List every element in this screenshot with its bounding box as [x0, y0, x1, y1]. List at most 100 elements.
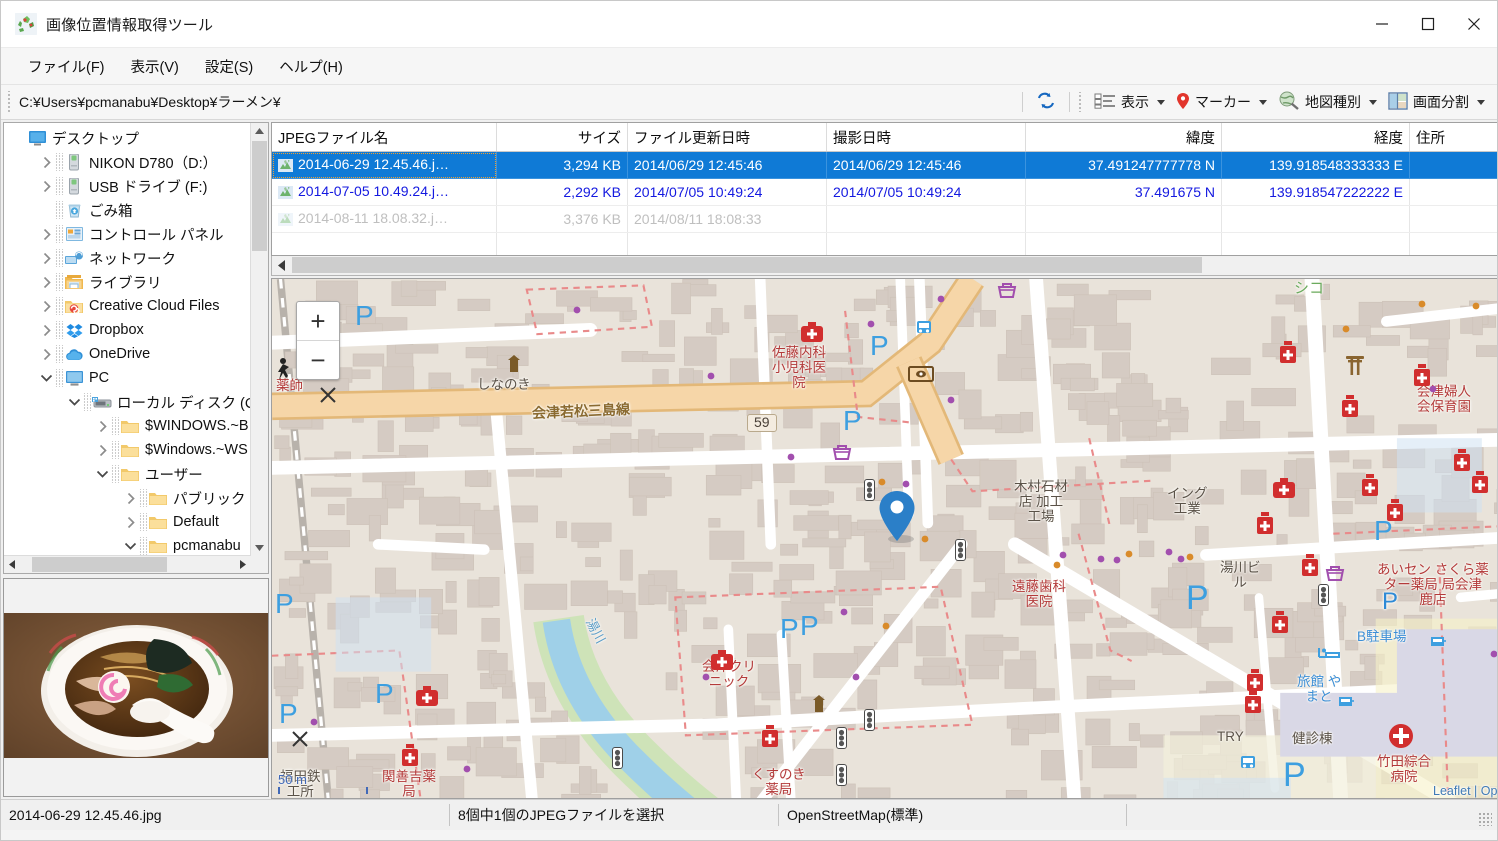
splitscreen-caret-icon[interactable]	[1477, 99, 1485, 105]
chevron-down-icon[interactable]	[38, 374, 55, 382]
chevron-right-icon[interactable]	[38, 228, 55, 240]
tree-item[interactable]: パブリック	[4, 486, 250, 510]
torii-icon	[1345, 354, 1365, 379]
map-node-dot	[463, 761, 471, 776]
tree-hscroll-thumb[interactable]	[32, 557, 167, 572]
chevron-right-icon[interactable]	[38, 348, 55, 360]
parking-p-icon: P	[355, 299, 381, 332]
tree-connector	[55, 273, 64, 291]
tree-scroll-up-button[interactable]	[251, 123, 268, 140]
tree-item[interactable]: PC	[4, 366, 250, 390]
folder-tree[interactable]: デスクトップ NIKON D780（D:） USB ドライブ (F:) ごみ箱 コントロ…	[4, 123, 250, 555]
chevron-right-icon[interactable]	[38, 276, 55, 288]
chevron-down-icon[interactable]	[66, 398, 83, 406]
tree-item[interactable]: Default	[4, 510, 250, 534]
chevron-down-icon[interactable]	[122, 542, 139, 550]
maptype-button[interactable]: 地図種別	[1273, 88, 1366, 116]
tree-item[interactable]: ごみ箱	[4, 198, 250, 222]
splitscreen-button[interactable]: 画面分割	[1383, 89, 1474, 116]
table-hscroll-thumb[interactable]	[292, 257, 1202, 273]
toolbar-separator-2	[1069, 92, 1070, 112]
display-caret-icon[interactable]	[1157, 99, 1165, 105]
menu-settings[interactable]: 設定(S)	[192, 51, 266, 82]
tree-item[interactable]: Dropbox	[4, 318, 250, 342]
table-row[interactable]: 2014-08-11 18.08.32.j… 3,376 KB 2014/08/11…	[272, 205, 1497, 233]
marker-caret-icon[interactable]	[1259, 99, 1267, 105]
column-header[interactable]: 住所	[1409, 123, 1497, 152]
image-preview-panel[interactable]	[3, 578, 269, 797]
tree-scroll-right-button[interactable]	[234, 556, 251, 573]
table-scroll-left-button[interactable]	[272, 256, 291, 274]
tree-scroll-down-button[interactable]	[251, 539, 268, 556]
tree-item[interactable]: OneDrive	[4, 342, 250, 366]
tree-vertical-scrollbar[interactable]	[250, 123, 268, 556]
column-header[interactable]: 撮影日時	[826, 123, 1026, 152]
chevron-right-icon[interactable]	[38, 252, 55, 264]
tree-item[interactable]: NIKON D780（D:）	[4, 150, 250, 174]
refresh-button[interactable]	[1031, 89, 1061, 116]
tree-item[interactable]: $Windows.~WS	[4, 438, 250, 462]
zoom-out-button[interactable]: −	[297, 341, 339, 379]
column-header[interactable]: 緯度	[1025, 123, 1222, 152]
tree-scroll-thumb[interactable]	[252, 141, 267, 251]
maximize-button[interactable]	[1405, 1, 1451, 47]
tree-item[interactable]: $WINDOWS.~B	[4, 414, 250, 438]
table-header-row[interactable]: JPEGファイル名 サイズ ファイル更新日時 撮影日時 緯度 経度 住所	[272, 123, 1497, 152]
path-display[interactable]: C:¥Users¥pcmanabu¥Desktop¥ラーメン¥	[19, 92, 281, 112]
table-row[interactable]: 2014-06-29 12.45.46.j… 3,294 KB 2014/06/29…	[272, 151, 1497, 179]
menu-view[interactable]: 表示(V)	[118, 51, 192, 82]
cell-lat	[1025, 205, 1222, 233]
map-panel[interactable]: + − PPPPPPPPPPP 薬師 しなのき 会津若松三島線 59 佐藤内科 小児科医…	[271, 278, 1497, 799]
minimize-button[interactable]	[1359, 1, 1405, 47]
chevron-right-icon[interactable]	[122, 516, 139, 528]
column-header[interactable]: JPEGファイル名	[272, 123, 497, 152]
tree-item[interactable]: ライブラリ	[4, 270, 250, 294]
table-horizontal-scrollbar[interactable]	[271, 256, 1497, 276]
jpeg-file-table[interactable]: JPEGファイル名 サイズ ファイル更新日時 撮影日時 緯度 経度 住所 2014-06-2…	[272, 123, 1497, 255]
chevron-right-icon[interactable]	[94, 420, 111, 432]
svg-text:P: P	[275, 588, 294, 617]
map-zoom-control[interactable]: + −	[296, 301, 340, 380]
tree-item[interactable]: コントロール パネル	[4, 222, 250, 246]
shrine-icon	[503, 353, 525, 378]
tree-item[interactable]: ネットワーク	[4, 246, 250, 270]
chevron-right-icon[interactable]	[38, 180, 55, 192]
chevron-right-icon[interactable]	[38, 300, 55, 312]
chevron-right-icon[interactable]	[38, 324, 55, 336]
location-marker[interactable]	[877, 489, 917, 547]
map-attribution[interactable]: Leaflet | OpenStreetMap	[1433, 784, 1497, 798]
svg-text:P: P	[1283, 756, 1306, 790]
tree-item[interactable]: ローカル ディスク (C:	[4, 390, 250, 414]
bank-icon	[908, 366, 934, 385]
close-button[interactable]	[1451, 1, 1497, 47]
menu-help[interactable]: ヘルプ(H)	[266, 51, 356, 82]
column-header[interactable]: ファイル更新日時	[627, 123, 827, 152]
tree-item[interactable]: デスクトップ	[4, 126, 250, 150]
resize-grip[interactable]	[1478, 812, 1492, 826]
tree-item[interactable]: USB ドライブ (F:)	[4, 174, 250, 198]
tree-scroll-left-button[interactable]	[4, 556, 21, 573]
toolbar-gripper[interactable]	[6, 91, 15, 113]
maptype-caret-icon[interactable]	[1369, 99, 1377, 105]
map-node-dot	[1177, 551, 1185, 566]
table-body[interactable]: 2014-06-29 12.45.46.j… 3,294 KB 2014/06/29…	[272, 151, 1497, 255]
parking-p-icon: P	[1283, 754, 1315, 794]
marker-button[interactable]: マーカー	[1171, 89, 1256, 116]
display-button[interactable]: 表示	[1089, 89, 1154, 115]
chevron-right-icon[interactable]	[94, 444, 111, 456]
zoom-in-button[interactable]: +	[297, 302, 339, 341]
chevron-down-icon[interactable]	[94, 470, 111, 478]
chevron-right-icon[interactable]	[122, 492, 139, 504]
table-row[interactable]: 2014-07-05 10.49.24.j… 2,292 KB 2014/07/05…	[272, 178, 1497, 206]
tree-item[interactable]: Creative Cloud Files	[4, 294, 250, 318]
toolbar-gripper-2[interactable]	[1078, 92, 1085, 112]
chevron-right-icon[interactable]	[38, 156, 55, 168]
menu-file[interactable]: ファイル(F)	[15, 51, 118, 82]
tree-horizontal-scrollbar[interactable]	[4, 555, 251, 573]
tree-item[interactable]: pcmanabu	[4, 534, 250, 555]
tree-item-label: デスクトップ	[52, 131, 139, 148]
column-header[interactable]: 経度	[1221, 123, 1410, 152]
tree-item-label: ネットワーク	[89, 251, 176, 268]
column-header[interactable]: サイズ	[496, 123, 628, 152]
tree-item[interactable]: ユーザー	[4, 462, 250, 486]
